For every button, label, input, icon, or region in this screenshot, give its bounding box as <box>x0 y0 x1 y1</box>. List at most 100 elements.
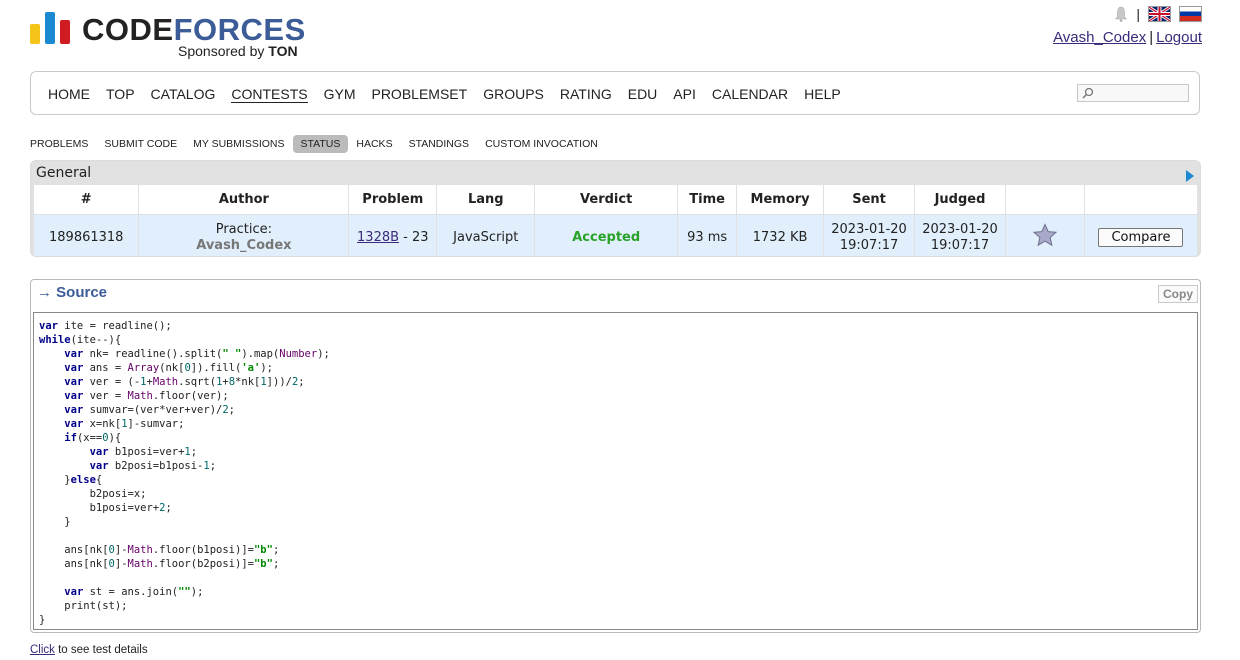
submission-memory: 1732 KB <box>736 214 825 256</box>
menu-item-top[interactable]: TOP <box>106 86 135 103</box>
header-separator: | <box>1136 6 1140 22</box>
code-line: var ver = Math.floor(ver); <box>64 390 229 402</box>
code-line: var ans = Array(nk[0]).fill('a'); <box>64 362 273 374</box>
col-header-memory: Memory <box>736 185 825 215</box>
source-code[interactable]: var ite = readline(); while(ite--){ var n… <box>33 312 1198 630</box>
english-flag-icon[interactable] <box>1148 6 1171 22</box>
submission-id: 189861318 <box>34 214 140 256</box>
problem-suffix: - 23 <box>399 229 429 245</box>
code-line: var nk= readline().split(" ").map(Number… <box>64 348 330 360</box>
submenu-my-submissions[interactable]: MY SUBMISSIONS <box>185 135 292 153</box>
russian-flag-icon[interactable] <box>1179 6 1202 22</box>
submission-time: 93 ms <box>677 214 738 256</box>
code-line: b2posi=x; <box>39 488 147 500</box>
submenu-hacks[interactable]: HACKS <box>348 135 400 153</box>
submission-favorite <box>1005 214 1085 256</box>
sent-time: 19:07:17 <box>839 237 899 253</box>
status-table: # Author Problem Lang Verdict Time Memor… <box>34 185 1199 256</box>
code-line: var b2posi=b1posi-1; <box>89 460 217 472</box>
code-line: var b1posi=ver+1; <box>89 446 198 458</box>
menu-item-contests[interactable]: CONTESTS <box>231 86 308 103</box>
submission-problem: 1328B - 23 <box>348 214 438 256</box>
author-name[interactable]: Avash_Codex <box>140 238 347 254</box>
code-line: ans[nk[0]-Math.floor(b1posi)]="b"; <box>39 544 280 556</box>
menu-item-edu[interactable]: EDU <box>628 86 658 103</box>
notification-bell-icon[interactable] <box>1114 6 1128 22</box>
submission-compare: Compare <box>1084 214 1199 256</box>
source-title: → Source <box>37 284 108 301</box>
submission-status-panel: General # Author Problem Lang Verdict Ti… <box>30 160 1201 257</box>
header-user-area: | Avash_Codex | Logout <box>1053 5 1202 46</box>
username-link[interactable]: Avash_Codex <box>1053 29 1146 46</box>
code-line: b1posi=ver+2; <box>39 502 172 514</box>
copy-button[interactable]: Copy <box>1158 285 1198 303</box>
logo-sponsor: Sponsored by TON <box>178 43 298 59</box>
logout-link[interactable]: Logout <box>1156 29 1202 46</box>
code-line: var x=nk[1]-sumvar; <box>64 418 185 430</box>
menu-item-calendar[interactable]: CALENDAR <box>712 86 788 103</box>
menu-item-home[interactable]: HOME <box>48 86 90 103</box>
menu-item-groups[interactable]: GROUPS <box>483 86 544 103</box>
verdict-accepted: Accepted <box>572 229 641 245</box>
code-line: } <box>39 516 71 528</box>
user-separator: | <box>1149 29 1154 46</box>
logo-bars-icon <box>30 12 72 44</box>
code-line: } <box>39 614 46 626</box>
col-header-sent: Sent <box>823 185 916 215</box>
col-header-id: # <box>34 185 140 215</box>
menu-item-gym[interactable]: GYM <box>324 86 356 103</box>
menu-item-api[interactable]: API <box>673 86 696 103</box>
menu-item-catalog[interactable]: CATALOG <box>151 86 216 103</box>
code-line: while(ite--){ <box>39 334 122 346</box>
code-line: print(st); <box>39 600 128 612</box>
status-panel-title: General <box>36 165 92 181</box>
code-line: var ver = (-1+Math.sqrt(1+8*nk[1]))/2; <box>64 376 305 388</box>
code-line: var ite = readline(); <box>39 320 172 332</box>
submission-verdict: Accepted <box>534 214 679 256</box>
judged-date: 2023-01-20 <box>922 221 998 237</box>
menu-item-problemset[interactable]: PROBLEMSET <box>371 86 467 103</box>
col-header-problem: Problem <box>348 185 438 215</box>
submenu-custom-invocation[interactable]: CUSTOM INVOCATION <box>477 135 606 153</box>
submenu-status[interactable]: STATUS <box>292 135 349 153</box>
col-header-compare <box>1084 185 1199 215</box>
col-header-lang: Lang <box>436 185 536 215</box>
codeforces-logo[interactable]: CODEFORCES Sponsored by TON <box>30 12 320 62</box>
code-line: ans[nk[0]-Math.floor(b2posi)]="b"; <box>39 558 280 570</box>
submenu-standings[interactable]: STANDINGS <box>401 135 477 153</box>
test-details-note: Click to see test details <box>30 644 148 656</box>
judged-time: 19:07:17 <box>930 237 990 253</box>
status-header-row: # Author Problem Lang Verdict Time Memor… <box>34 185 1199 215</box>
col-header-verdict: Verdict <box>534 185 679 215</box>
problem-link[interactable]: 1328B <box>357 230 399 245</box>
star-icon[interactable] <box>1032 223 1058 251</box>
submission-sent: 2023-01-20 19:07:17 <box>823 214 916 256</box>
sent-date: 2023-01-20 <box>831 221 907 237</box>
menu-item-rating[interactable]: RATING <box>560 86 612 103</box>
compare-button[interactable]: Compare <box>1098 228 1184 247</box>
author-prefix: Practice: <box>215 221 273 237</box>
source-panel: → Source Copy var ite = readline(); while… <box>30 279 1201 633</box>
code-line: var st = ans.join(""); <box>64 586 204 598</box>
contest-submenu: PROBLEMS SUBMIT CODE MY SUBMISSIONS STAT… <box>30 135 606 153</box>
submission-judged: 2023-01-20 19:07:17 <box>914 214 1006 256</box>
submenu-problems[interactable]: PROBLEMS <box>30 135 96 153</box>
logo-wordmark: CODEFORCES <box>82 12 306 47</box>
search-icon <box>1082 87 1094 99</box>
col-header-time: Time <box>677 185 738 215</box>
code-line: if(x==0){ <box>64 432 122 444</box>
col-header-author: Author <box>138 185 350 215</box>
submenu-submit-code[interactable]: SUBMIT CODE <box>96 135 185 153</box>
col-header-judged: Judged <box>914 185 1006 215</box>
code-line: }else{ <box>39 474 103 486</box>
search-input[interactable] <box>1077 84 1189 102</box>
main-menu: HOME TOP CATALOG CONTESTS GYM PROBLEMSET… <box>30 71 1200 115</box>
test-details-suffix: to see test details <box>54 644 148 656</box>
menu-item-help[interactable]: HELP <box>804 86 841 103</box>
code-line: var sumvar=(ver*ver+ver)/2; <box>64 404 235 416</box>
submission-lang: JavaScript <box>436 214 536 256</box>
code-line: ​ <box>39 571 1192 585</box>
expand-arrow-icon[interactable] <box>1186 167 1194 186</box>
click-link[interactable]: Click <box>30 644 55 656</box>
col-header-favorite <box>1005 185 1085 215</box>
